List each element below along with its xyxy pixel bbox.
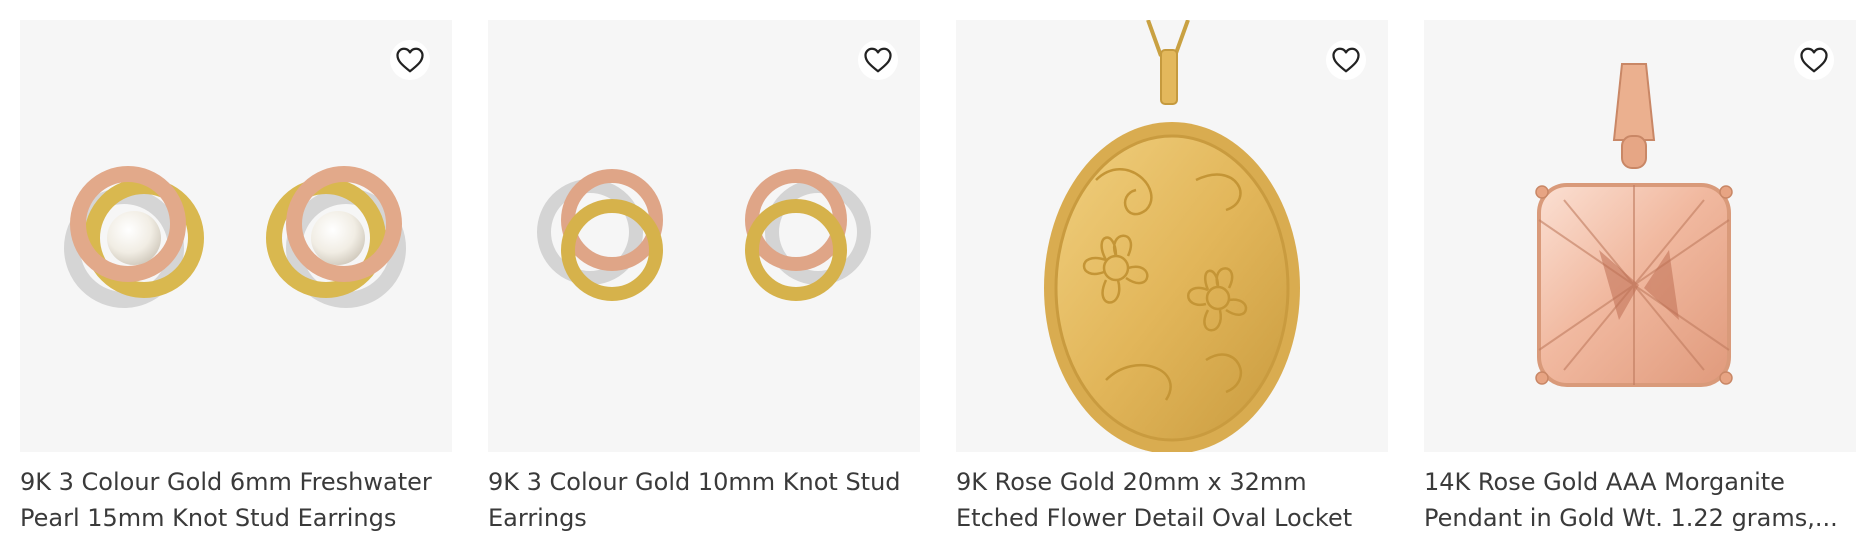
wishlist-button[interactable]: [1794, 40, 1834, 80]
product-image[interactable]: [488, 20, 920, 452]
product-title[interactable]: 9K 3 Colour Gold 6mm Freshwater Pearl 15…: [20, 464, 452, 536]
product-title[interactable]: 9K 3 Colour Gold 10mm Knot Stud Earrings: [488, 464, 920, 536]
morganite-pendant-image: [1535, 63, 1733, 387]
heart-outline-icon: [1800, 47, 1828, 73]
oval-locket-image: [1044, 20, 1300, 452]
pearl-knot-earrings-image: [64, 166, 406, 308]
knot-stud-earrings-image: [537, 169, 871, 301]
product-image[interactable]: [956, 20, 1388, 452]
product-title[interactable]: 9K Rose Gold 20mm x 32mm Etched Flower D…: [956, 464, 1388, 536]
wishlist-button[interactable]: [858, 40, 898, 80]
product-card[interactable]: 14K Rose Gold AAA Morganite Pendant in G…: [1424, 20, 1856, 536]
product-card[interactable]: 9K 3 Colour Gold 6mm Freshwater Pearl 15…: [20, 20, 452, 536]
product-title[interactable]: 14K Rose Gold AAA Morganite Pendant in G…: [1424, 464, 1856, 536]
product-grid: 9K 3 Colour Gold 6mm Freshwater Pearl 15…: [20, 20, 1856, 536]
product-card[interactable]: 9K 3 Colour Gold 10mm Knot Stud Earrings: [488, 20, 920, 536]
wishlist-button[interactable]: [1326, 40, 1366, 80]
heart-outline-icon: [396, 47, 424, 73]
product-image[interactable]: [20, 20, 452, 452]
wishlist-button[interactable]: [390, 40, 430, 80]
heart-outline-icon: [1332, 47, 1360, 73]
product-card[interactable]: 9K Rose Gold 20mm x 32mm Etched Flower D…: [956, 20, 1388, 536]
heart-outline-icon: [864, 47, 892, 73]
product-image[interactable]: [1424, 20, 1856, 452]
